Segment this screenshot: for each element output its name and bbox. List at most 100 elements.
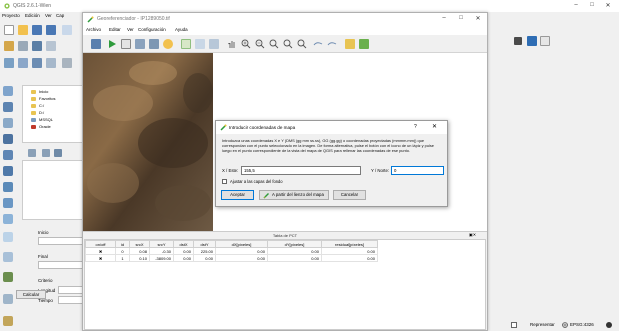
gcp-col-header[interactable]: srcY bbox=[149, 240, 174, 248]
browser-item-d[interactable]: D:/ bbox=[39, 110, 44, 115]
gcp-cell[interactable]: 0.00 bbox=[173, 247, 194, 255]
print-composer-icon[interactable] bbox=[62, 25, 72, 35]
save-gcp-icon[interactable] bbox=[149, 39, 159, 49]
cancel-button[interactable]: Cancelar bbox=[333, 190, 366, 200]
georef-close-button[interactable]: ✕ bbox=[472, 15, 484, 22]
crs-status-label[interactable]: EPSG:4326 bbox=[570, 322, 594, 327]
x-east-input[interactable] bbox=[241, 166, 361, 175]
load-gcp-icon[interactable] bbox=[135, 39, 145, 49]
plugin-icon[interactable] bbox=[3, 316, 13, 326]
georef-menu-configuracion[interactable]: Configuración bbox=[138, 27, 166, 32]
add-wms-icon[interactable] bbox=[46, 58, 56, 68]
qgis-menu-cap[interactable]: Cap bbox=[56, 13, 64, 18]
mssql-icon[interactable] bbox=[3, 182, 13, 192]
gcp-col-header[interactable]: dY[píxeles] bbox=[267, 240, 322, 248]
delimited-text-icon[interactable] bbox=[3, 252, 13, 262]
gcp-cell[interactable]: 0.00 bbox=[193, 254, 216, 262]
gcp-enabled-checkbox[interactable]: ✖ bbox=[85, 254, 116, 262]
accept-button[interactable]: Aceptar bbox=[221, 190, 254, 200]
georef-menu-editar[interactable]: Editar bbox=[109, 27, 121, 32]
delete-point-icon[interactable] bbox=[195, 39, 205, 49]
add-postgis-icon[interactable] bbox=[32, 58, 42, 68]
qgis-minimize-button[interactable]: – bbox=[570, 2, 582, 8]
wcs-icon[interactable] bbox=[3, 214, 13, 224]
calcular-button[interactable]: Calcular bbox=[16, 290, 46, 299]
vector-layer-icon[interactable] bbox=[3, 102, 13, 112]
layer-tool-icon[interactable] bbox=[3, 86, 13, 96]
generate-gdal-icon[interactable] bbox=[121, 39, 131, 49]
gcp-col-header[interactable]: dstX bbox=[173, 240, 194, 248]
open-folder-icon[interactable] bbox=[18, 25, 28, 35]
georef-maximize-button[interactable]: □ bbox=[455, 15, 467, 21]
virtual-layer-icon[interactable] bbox=[3, 272, 13, 282]
crs-globe-icon[interactable] bbox=[562, 322, 568, 328]
browser-item-mssql[interactable]: MSSQL bbox=[39, 117, 53, 122]
gcp-enabled-checkbox[interactable]: ✖ bbox=[85, 247, 116, 255]
new-project-icon[interactable] bbox=[4, 25, 14, 35]
add-feature-icon[interactable] bbox=[46, 41, 56, 51]
messages-icon[interactable] bbox=[606, 322, 612, 328]
browser-item-c[interactable]: C:/ bbox=[39, 103, 44, 108]
full-histogram-icon[interactable] bbox=[345, 39, 355, 49]
gcp-cell[interactable]: 0.00 bbox=[173, 254, 194, 262]
gcp-col-header[interactable]: residual[píxeles] bbox=[321, 240, 378, 248]
help-icon[interactable] bbox=[527, 36, 537, 46]
zoom-next-icon[interactable] bbox=[297, 39, 307, 49]
local-histogram-icon[interactable] bbox=[359, 39, 369, 49]
add-point-icon[interactable] bbox=[181, 39, 191, 49]
render-checkbox[interactable] bbox=[511, 322, 517, 328]
table-row[interactable]: ✖ 0 0.08 -0.30 0.00 225.00 0.00 0.00 0.0… bbox=[85, 247, 378, 255]
gcp-col-header[interactable]: dstY bbox=[193, 240, 216, 248]
save-icon[interactable] bbox=[32, 25, 42, 35]
filter-legend-icon[interactable] bbox=[54, 149, 62, 157]
pan-hand-icon[interactable] bbox=[227, 39, 237, 49]
edit-pencil-icon[interactable] bbox=[4, 41, 14, 51]
snap-background-checkbox[interactable] bbox=[222, 179, 227, 184]
link-georef-icon[interactable] bbox=[313, 39, 323, 49]
gcp-cell[interactable]: -3809.00 bbox=[149, 254, 174, 262]
add-csv-icon[interactable] bbox=[62, 58, 72, 68]
open-layer-styling-icon[interactable] bbox=[28, 149, 36, 157]
georef-minimize-button[interactable]: – bbox=[438, 15, 450, 21]
georef-menu-ver[interactable]: Ver bbox=[127, 27, 134, 32]
browser-item-inicio[interactable]: Inicio bbox=[39, 89, 48, 94]
dock-float-close-icon[interactable]: ▣✕ bbox=[469, 232, 476, 237]
georef-menu-ayuda[interactable]: Ayuda bbox=[175, 27, 188, 32]
raster-layer-icon[interactable] bbox=[3, 118, 13, 128]
gcp-cell[interactable]: 225.00 bbox=[193, 247, 216, 255]
zoom-layer-icon[interactable] bbox=[269, 39, 279, 49]
gcp-col-header[interactable]: dX[píxeles] bbox=[215, 240, 268, 248]
qgis-menu-proyecto[interactable]: Proyecto bbox=[2, 13, 20, 18]
whats-this-icon[interactable] bbox=[540, 36, 550, 46]
gcp-cell[interactable]: 0.10 bbox=[129, 254, 150, 262]
y-north-input[interactable] bbox=[391, 166, 444, 175]
transform-settings-icon[interactable] bbox=[163, 39, 173, 49]
qgis-menu-edicion[interactable]: Edición bbox=[25, 13, 40, 18]
gcp-col-header[interactable]: srcX bbox=[129, 240, 150, 248]
gcp-col-header[interactable]: on/off bbox=[85, 240, 116, 248]
zoom-in-icon[interactable] bbox=[241, 39, 251, 49]
browser-item-favoritos[interactable]: Favoritos bbox=[39, 96, 55, 101]
spatialite-icon[interactable] bbox=[3, 166, 13, 176]
link-qgis-icon[interactable] bbox=[327, 39, 337, 49]
gcp-cell[interactable]: 0.08 bbox=[129, 247, 150, 255]
new-layer-icon[interactable] bbox=[3, 294, 13, 304]
globe-icon[interactable] bbox=[3, 198, 13, 208]
georef-menu-archivo[interactable]: Archivo bbox=[86, 27, 101, 32]
move-gcp-icon[interactable] bbox=[209, 39, 219, 49]
browser-item-oracle[interactable]: Oracle bbox=[39, 124, 51, 129]
qgis-close-button[interactable]: ✕ bbox=[602, 2, 614, 9]
add-raster-icon[interactable] bbox=[18, 58, 28, 68]
wms-layer-icon[interactable] bbox=[3, 150, 13, 160]
qgis-maximize-button[interactable]: □ bbox=[586, 2, 598, 8]
digitize-icon[interactable] bbox=[18, 41, 28, 51]
save-as-icon[interactable] bbox=[46, 25, 56, 35]
dialog-close-button[interactable]: ✕ bbox=[432, 123, 437, 130]
dropdown-arrow-icon[interactable] bbox=[514, 37, 522, 45]
help-button[interactable]: ? bbox=[414, 124, 417, 130]
zoom-out-icon[interactable] bbox=[255, 39, 265, 49]
open-raster-icon[interactable] bbox=[91, 39, 101, 49]
table-row[interactable]: ✖ 1 0.10 -3809.00 0.00 0.00 0.00 0.00 0.… bbox=[85, 254, 378, 262]
qgis-menu-ver[interactable]: Ver bbox=[45, 13, 52, 18]
add-vector-icon[interactable] bbox=[4, 58, 14, 68]
